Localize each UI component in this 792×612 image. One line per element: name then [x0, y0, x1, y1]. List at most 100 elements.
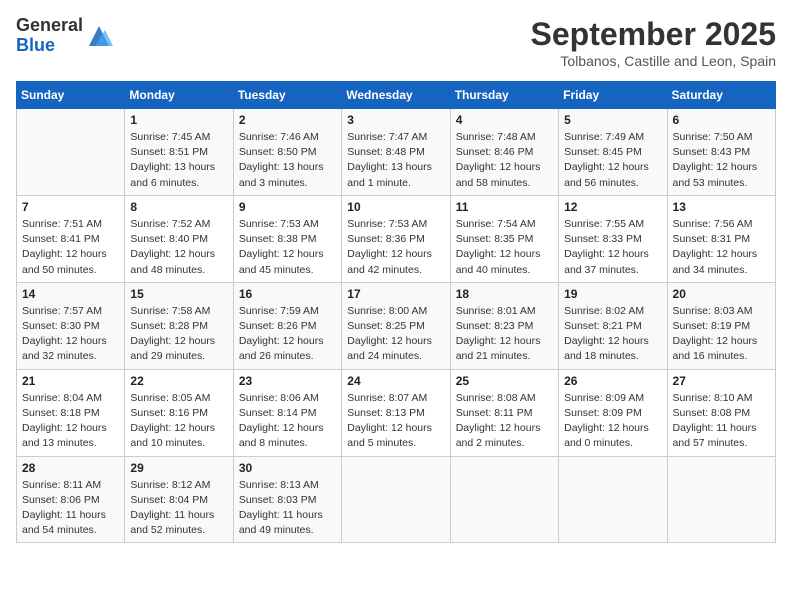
calendar-day-cell: 3 Sunrise: 7:47 AMSunset: 8:48 PMDaylight…	[342, 109, 450, 196]
weekday-header-cell: Saturday	[667, 82, 775, 109]
calendar-day-cell: 12Sunrise: 7:55 AMSunset: 8:33 PMDayligh…	[559, 195, 667, 282]
calendar-day-cell: 20 Sunrise: 8:03 AMSunset: 8:19 PMDayligh…	[667, 282, 775, 369]
day-number: 6	[673, 113, 770, 127]
calendar-day-cell: 2Sunrise: 7:46 AMSunset: 8:50 PMDaylight…	[233, 109, 341, 196]
day-number: 5	[564, 113, 661, 127]
day-info: Sunrise: 7:51 AMSunset: 8:41 PMDaylight:…	[22, 217, 119, 278]
day-info: Sunrise: 7:53 AMSunset: 8:36 PMDaylight:…	[347, 217, 444, 278]
day-info: Sunrise: 7:46 AMSunset: 8:50 PMDaylight:…	[239, 130, 336, 191]
calendar-day-cell: 25 Sunrise: 8:08 AMSunset: 8:11 PMDayligh…	[450, 369, 558, 456]
day-info: Sunrise: 7:49 AMSunset: 8:45 PMDaylight:…	[564, 130, 661, 191]
day-number: 7	[22, 200, 119, 214]
day-info: Sunrise: 7:57 AMSunset: 8:30 PMDaylight:…	[22, 304, 119, 365]
location-title: Tolbanos, Castille and Leon, Spain	[531, 53, 776, 69]
day-number: 27	[673, 374, 770, 388]
weekday-header-row: SundayMondayTuesdayWednesdayThursdayFrid…	[17, 82, 776, 109]
day-info: Sunrise: 8:13 AMSunset: 8:03 PMDaylight:…	[239, 478, 336, 539]
calendar-day-cell: 26 Sunrise: 8:09 AMSunset: 8:09 PMDayligh…	[559, 369, 667, 456]
day-number: 23	[239, 374, 336, 388]
title-block: September 2025 Tolbanos, Castille and Le…	[531, 16, 776, 69]
day-number: 14	[22, 287, 119, 301]
day-info: Sunrise: 8:12 AMSunset: 8:04 PMDaylight:…	[130, 478, 227, 539]
day-number: 3	[347, 113, 444, 127]
calendar-week-row: 28Sunrise: 8:11 AMSunset: 8:06 PMDayligh…	[17, 456, 776, 543]
calendar-week-row: 21Sunrise: 8:04 AMSunset: 8:18 PMDayligh…	[17, 369, 776, 456]
logo-blue: Blue	[16, 35, 55, 55]
day-info: Sunrise: 7:53 AMSunset: 8:38 PMDaylight:…	[239, 217, 336, 278]
calendar-day-cell: 6 Sunrise: 7:50 AMSunset: 8:43 PMDaylight…	[667, 109, 775, 196]
calendar-day-cell: 21Sunrise: 8:04 AMSunset: 8:18 PMDayligh…	[17, 369, 125, 456]
calendar-day-cell: 14 Sunrise: 7:57 AMSunset: 8:30 PMDayligh…	[17, 282, 125, 369]
calendar-day-cell	[667, 456, 775, 543]
weekday-header-cell: Wednesday	[342, 82, 450, 109]
day-number: 20	[673, 287, 770, 301]
calendar-day-cell: 19 Sunrise: 8:02 AMSunset: 8:21 PMDayligh…	[559, 282, 667, 369]
calendar-week-row: 7 Sunrise: 7:51 AMSunset: 8:41 PMDaylight…	[17, 195, 776, 282]
calendar-day-cell: 11Sunrise: 7:54 AMSunset: 8:35 PMDayligh…	[450, 195, 558, 282]
day-number: 18	[456, 287, 553, 301]
calendar-day-cell: 8Sunrise: 7:52 AMSunset: 8:40 PMDaylight…	[125, 195, 233, 282]
calendar-day-cell: 29Sunrise: 8:12 AMSunset: 8:04 PMDayligh…	[125, 456, 233, 543]
day-info: Sunrise: 7:47 AMSunset: 8:48 PMDaylight:…	[347, 130, 444, 191]
day-info: Sunrise: 8:07 AMSunset: 8:13 PMDaylight:…	[347, 391, 444, 452]
day-info: Sunrise: 7:58 AMSunset: 8:28 PMDaylight:…	[130, 304, 227, 365]
calendar-day-cell: 10 Sunrise: 7:53 AMSunset: 8:36 PMDayligh…	[342, 195, 450, 282]
calendar-day-cell: 18Sunrise: 8:01 AMSunset: 8:23 PMDayligh…	[450, 282, 558, 369]
day-info: Sunrise: 7:59 AMSunset: 8:26 PMDaylight:…	[239, 304, 336, 365]
weekday-header-cell: Friday	[559, 82, 667, 109]
header: General Blue September 2025 Tolbanos, Ca…	[16, 16, 776, 69]
day-number: 9	[239, 200, 336, 214]
day-info: Sunrise: 8:09 AMSunset: 8:09 PMDaylight:…	[564, 391, 661, 452]
day-info: Sunrise: 7:55 AMSunset: 8:33 PMDaylight:…	[564, 217, 661, 278]
day-number: 15	[130, 287, 227, 301]
day-number: 19	[564, 287, 661, 301]
month-title: September 2025	[531, 16, 776, 53]
day-number: 8	[130, 200, 227, 214]
day-info: Sunrise: 7:48 AMSunset: 8:46 PMDaylight:…	[456, 130, 553, 191]
day-number: 25	[456, 374, 553, 388]
day-number: 1	[130, 113, 227, 127]
logo-text: General Blue	[16, 16, 83, 56]
day-info: Sunrise: 7:45 AMSunset: 8:51 PMDaylight:…	[130, 130, 227, 191]
day-info: Sunrise: 7:54 AMSunset: 8:35 PMDaylight:…	[456, 217, 553, 278]
logo-general: General	[16, 15, 83, 35]
calendar-day-cell: 17 Sunrise: 8:00 AMSunset: 8:25 PMDayligh…	[342, 282, 450, 369]
day-number: 24	[347, 374, 444, 388]
calendar-day-cell: 5 Sunrise: 7:49 AMSunset: 8:45 PMDaylight…	[559, 109, 667, 196]
day-number: 10	[347, 200, 444, 214]
calendar-day-cell	[17, 109, 125, 196]
weekday-header-cell: Monday	[125, 82, 233, 109]
calendar-day-cell: 1 Sunrise: 7:45 AMSunset: 8:51 PMDaylight…	[125, 109, 233, 196]
calendar-day-cell: 24 Sunrise: 8:07 AMSunset: 8:13 PMDayligh…	[342, 369, 450, 456]
day-info: Sunrise: 8:00 AMSunset: 8:25 PMDaylight:…	[347, 304, 444, 365]
day-info: Sunrise: 7:50 AMSunset: 8:43 PMDaylight:…	[673, 130, 770, 191]
calendar-body: 1 Sunrise: 7:45 AMSunset: 8:51 PMDaylight…	[17, 109, 776, 543]
day-info: Sunrise: 8:10 AMSunset: 8:08 PMDaylight:…	[673, 391, 770, 452]
day-info: Sunrise: 7:56 AMSunset: 8:31 PMDaylight:…	[673, 217, 770, 278]
calendar-day-cell: 13 Sunrise: 7:56 AMSunset: 8:31 PMDayligh…	[667, 195, 775, 282]
day-number: 30	[239, 461, 336, 475]
weekday-header-cell: Sunday	[17, 82, 125, 109]
weekday-header-cell: Thursday	[450, 82, 558, 109]
calendar-day-cell: 9 Sunrise: 7:53 AMSunset: 8:38 PMDaylight…	[233, 195, 341, 282]
weekday-header-cell: Tuesday	[233, 82, 341, 109]
day-info: Sunrise: 8:03 AMSunset: 8:19 PMDaylight:…	[673, 304, 770, 365]
day-info: Sunrise: 8:02 AMSunset: 8:21 PMDaylight:…	[564, 304, 661, 365]
day-number: 26	[564, 374, 661, 388]
calendar-day-cell: 30 Sunrise: 8:13 AMSunset: 8:03 PMDayligh…	[233, 456, 341, 543]
day-number: 22	[130, 374, 227, 388]
calendar-day-cell: 7 Sunrise: 7:51 AMSunset: 8:41 PMDaylight…	[17, 195, 125, 282]
day-number: 21	[22, 374, 119, 388]
day-info: Sunrise: 8:08 AMSunset: 8:11 PMDaylight:…	[456, 391, 553, 452]
day-info: Sunrise: 8:11 AMSunset: 8:06 PMDaylight:…	[22, 478, 119, 539]
calendar-week-row: 14 Sunrise: 7:57 AMSunset: 8:30 PMDayligh…	[17, 282, 776, 369]
day-number: 13	[673, 200, 770, 214]
calendar-day-cell	[559, 456, 667, 543]
calendar-day-cell: 28Sunrise: 8:11 AMSunset: 8:06 PMDayligh…	[17, 456, 125, 543]
calendar-week-row: 1 Sunrise: 7:45 AMSunset: 8:51 PMDaylight…	[17, 109, 776, 196]
day-number: 17	[347, 287, 444, 301]
logo-icon	[85, 22, 113, 50]
calendar-day-cell: 27 Sunrise: 8:10 AMSunset: 8:08 PMDayligh…	[667, 369, 775, 456]
calendar-day-cell	[450, 456, 558, 543]
calendar-day-cell: 15 Sunrise: 7:58 AMSunset: 8:28 PMDayligh…	[125, 282, 233, 369]
